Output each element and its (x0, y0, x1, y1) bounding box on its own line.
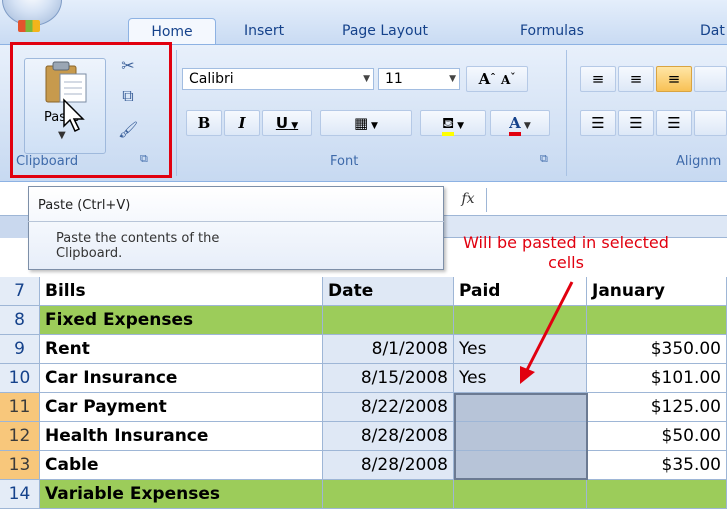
cell-date[interactable]: 8/28/2008 (323, 451, 454, 480)
row-header[interactable]: 13 (0, 451, 40, 480)
tab-data[interactable]: Dat (700, 18, 725, 44)
cell-date[interactable]: 8/15/2008 (323, 364, 454, 393)
cell-bills[interactable]: Car Insurance (40, 364, 323, 393)
cell-bills[interactable]: Health Insurance (40, 422, 323, 451)
indent-button[interactable] (694, 110, 727, 136)
cell-january[interactable]: $50.00 (587, 422, 727, 451)
tab-insert[interactable]: Insert (244, 18, 284, 44)
selection-outline (454, 393, 588, 480)
cell-date[interactable] (323, 306, 454, 335)
cell-paid[interactable] (454, 480, 587, 509)
orientation-button[interactable] (694, 66, 727, 92)
cell-paid[interactable]: Yes (454, 335, 587, 364)
underline-button[interactable]: U ▼ (262, 110, 312, 136)
tooltip-divider (28, 221, 444, 222)
clipboard-highlight-box (10, 42, 172, 178)
font-name-combo[interactable]: Calibri ▼ (182, 68, 374, 90)
cell-january[interactable] (587, 480, 727, 509)
align-left-icon: ☰ (591, 114, 605, 132)
grow-shrink-font-button[interactable]: Aˆ Aˇ (466, 66, 528, 92)
font-size-dropdown-icon: ▼ (449, 74, 456, 84)
align-middle-button[interactable]: ≡ (618, 66, 654, 92)
cell-bills[interactable]: Fixed Expenses (40, 306, 323, 335)
cell-bills[interactable]: Rent (40, 335, 323, 364)
cell-paid[interactable]: Yes (454, 364, 587, 393)
italic-button[interactable]: I (224, 110, 260, 136)
font-color-button[interactable]: A ▼ (490, 110, 550, 136)
cell-bills[interactable]: Cable (40, 451, 323, 480)
group-divider (566, 50, 567, 176)
cell-bills[interactable]: Bills (40, 277, 323, 306)
cell-date[interactable]: Date (323, 277, 454, 306)
align-center-icon: ☰ (629, 114, 643, 132)
font-color-icon: A (509, 114, 521, 136)
align-bottom-button[interactable]: ≡ (656, 66, 692, 92)
cell-bills[interactable]: Variable Expenses (40, 480, 323, 509)
align-bottom-icon: ≡ (667, 70, 681, 88)
font-group-label: Font (330, 154, 359, 169)
row-header[interactable]: 10 (0, 364, 40, 393)
align-right-button[interactable]: ☰ (656, 110, 692, 136)
row-header[interactable]: 7 (0, 277, 40, 306)
alignment-group-label: Alignm (676, 154, 722, 169)
cell-january[interactable]: $35.00 (587, 451, 727, 480)
cell-paid[interactable] (454, 306, 587, 335)
row-header[interactable]: 9 (0, 335, 40, 364)
cell-january[interactable]: $350.00 (587, 335, 727, 364)
font-name-value: Calibri (189, 71, 234, 87)
bold-button[interactable]: B (186, 110, 222, 136)
cell-january[interactable]: $125.00 (587, 393, 727, 422)
align-left-button[interactable]: ☰ (580, 110, 616, 136)
align-top-icon: ≡ (591, 70, 605, 88)
formula-input[interactable] (488, 188, 727, 212)
group-divider (176, 50, 177, 176)
underline-label: U (275, 114, 289, 132)
align-center-button[interactable]: ☰ (618, 110, 654, 136)
fill-bucket-icon: ⛾ (441, 114, 455, 136)
formula-bar-divider (486, 188, 487, 212)
font-size-combo[interactable]: 11 ▼ (378, 68, 460, 90)
cell-date[interactable] (323, 480, 454, 509)
font-size-value: 11 (385, 71, 403, 87)
borders-button[interactable]: ▦ ▼ (320, 110, 412, 136)
office-logo-icon (18, 20, 40, 32)
row-header[interactable]: 12 (0, 422, 40, 451)
font-dialog-launcher-icon[interactable]: ⧉ (540, 152, 548, 166)
cell-bills[interactable]: Car Payment (40, 393, 323, 422)
cell-date[interactable]: 8/1/2008 (323, 335, 454, 364)
tooltip-title: Paste (Ctrl+V) (38, 198, 131, 213)
font-name-dropdown-icon: ▼ (363, 74, 370, 84)
row-header[interactable]: 8 (0, 306, 40, 335)
annotation-text: Will be pasted in selected cells (463, 233, 669, 272)
align-top-button[interactable]: ≡ (580, 66, 616, 92)
fill-color-button[interactable]: ⛾ ▼ (420, 110, 486, 136)
row-header[interactable]: 14 (0, 480, 40, 509)
cell-january[interactable] (587, 306, 727, 335)
grow-font-icon: A (478, 70, 491, 88)
shrink-font-icon: A (501, 73, 511, 87)
align-right-icon: ☰ (667, 114, 681, 132)
row-header[interactable]: 11 (0, 393, 40, 422)
cell-date[interactable]: 8/22/2008 (323, 393, 454, 422)
tooltip-body: Paste the contents of the Clipboard. (56, 231, 220, 261)
tab-formulas[interactable]: Formulas (520, 18, 584, 44)
tab-page-layout[interactable]: Page Layout (342, 18, 428, 44)
cell-paid[interactable]: Paid (454, 277, 587, 306)
cell-january[interactable]: January (587, 277, 727, 306)
cell-january[interactable]: $101.00 (587, 364, 727, 393)
tab-home[interactable]: Home (128, 18, 216, 44)
align-middle-icon: ≡ (629, 70, 643, 88)
borders-icon: ▦ (354, 114, 369, 132)
insert-function-icon[interactable]: fx (455, 187, 481, 211)
cell-date[interactable]: 8/28/2008 (323, 422, 454, 451)
